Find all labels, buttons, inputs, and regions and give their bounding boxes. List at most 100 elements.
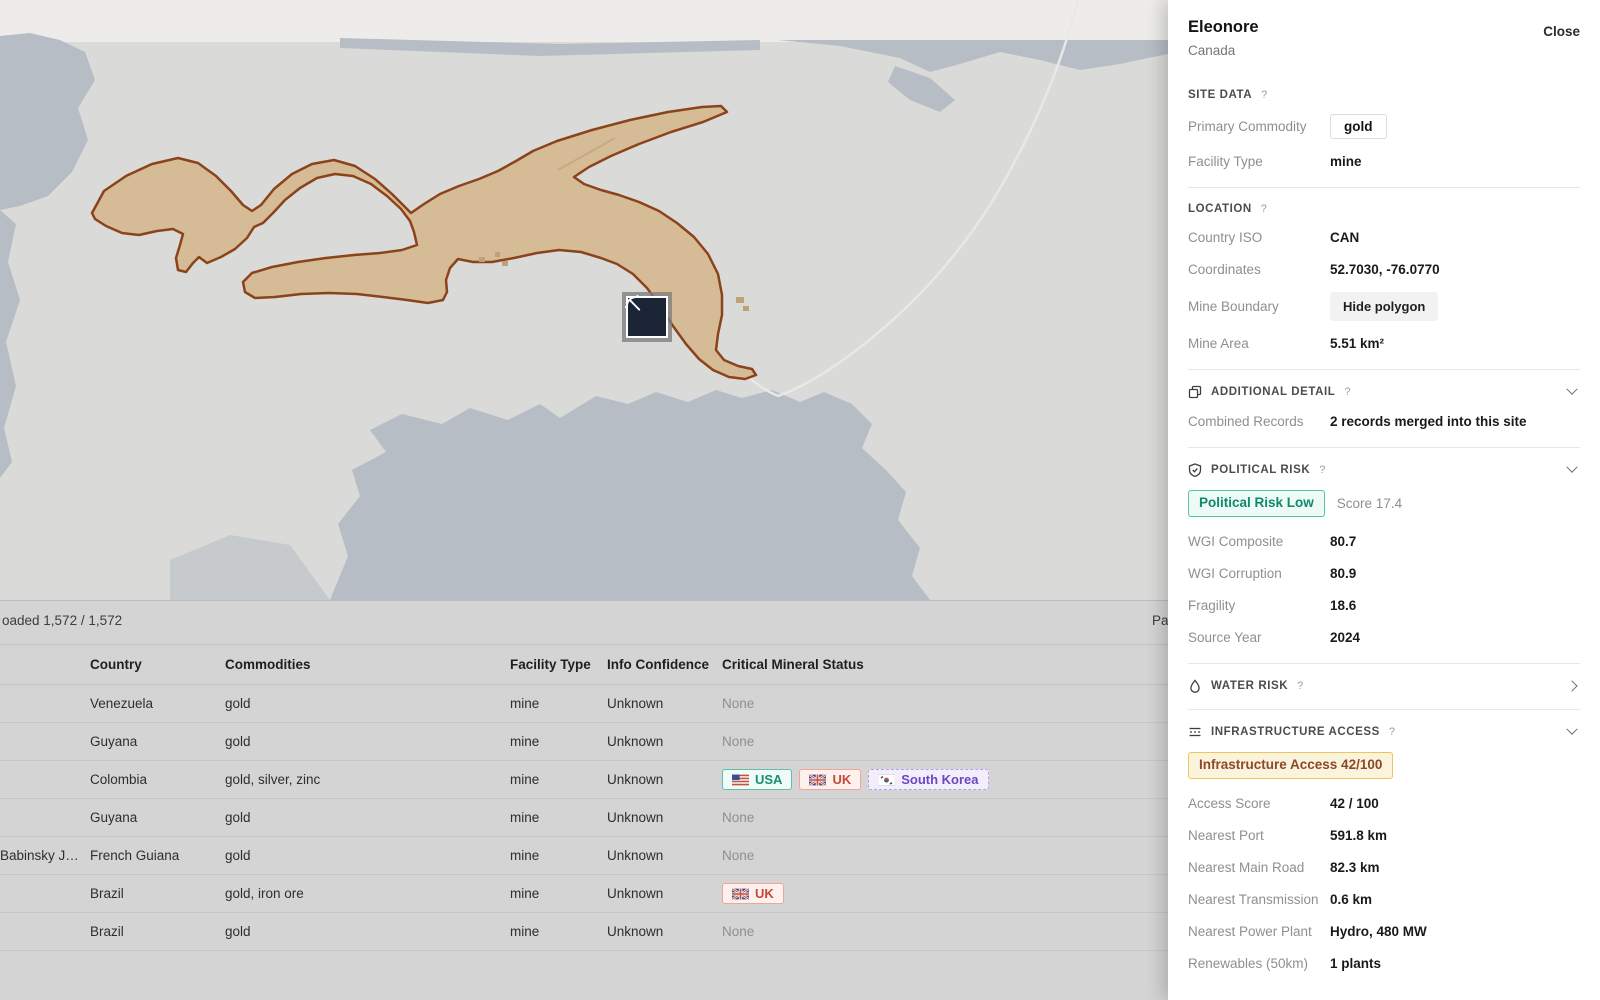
field-row: Mine Area5.51 km² <box>1188 334 1580 353</box>
section-title: INFRASTRUCTURE ACCESS <box>1211 726 1380 738</box>
chevron-down-icon[interactable] <box>1566 384 1577 395</box>
road-icon <box>1188 725 1202 739</box>
cell-commodities: gold, iron ore <box>225 886 510 901</box>
field-value: 5.51 km² <box>1330 336 1384 351</box>
cell-facility-type: mine <box>510 772 607 787</box>
chevron-down-icon[interactable] <box>1566 723 1577 734</box>
hide-polygon-button[interactable]: Hide polygon <box>1330 292 1438 321</box>
field-row: Renewables (50km)1 plants <box>1188 954 1580 973</box>
section-badge-row: Political Risk LowScore 17.4 <box>1188 490 1580 517</box>
chevron-right-icon[interactable] <box>1566 680 1577 691</box>
section-header-water-risk[interactable]: WATER RISK? <box>1188 679 1580 693</box>
field-row: WGI Composite80.7 <box>1188 532 1580 551</box>
section-badge-row: Infrastructure Access 42/100 <box>1188 752 1580 779</box>
table-row[interactable]: BrazilgoldmineUnknownNone <box>0 913 1168 951</box>
badge-label: UK <box>755 887 774 900</box>
field-row: Facility Typemine <box>1188 152 1580 171</box>
field-label: Nearest Power Plant <box>1188 924 1330 939</box>
section-header-site-data[interactable]: SITE DATA? <box>1188 89 1580 101</box>
cell-facility-type: mine <box>510 886 607 901</box>
pickaxe-icon <box>622 292 646 316</box>
chevron-down-icon[interactable] <box>1566 462 1577 473</box>
field-row: Access Score42 / 100 <box>1188 794 1580 813</box>
field-label: Nearest Transmission <box>1188 892 1330 907</box>
section-header-additional-detail[interactable]: ADDITIONAL DETAIL? <box>1188 385 1580 399</box>
field-label: Combined Records <box>1188 414 1330 429</box>
cell-commodities: gold <box>225 734 510 749</box>
cell-info-confidence: Unknown <box>607 810 722 825</box>
shield-check-icon <box>1188 463 1202 477</box>
section-header-infrastructure-access[interactable]: INFRASTRUCTURE ACCESS? <box>1188 725 1580 739</box>
help-icon[interactable]: ? <box>1389 726 1395 738</box>
field-row: Fragility18.6 <box>1188 596 1580 615</box>
field-value: CAN <box>1330 230 1359 245</box>
field-value: 42 / 100 <box>1330 796 1379 811</box>
help-icon[interactable]: ? <box>1261 89 1267 101</box>
cell-critical-mineral-status: None <box>722 696 1168 711</box>
infrastructure-access-badge: Infrastructure Access 42/100 <box>1188 752 1393 779</box>
cell-name: Babinsky J… <box>0 848 90 863</box>
section-divider <box>1188 663 1580 664</box>
section-header-political-risk[interactable]: POLITICAL RISK? <box>1188 463 1580 477</box>
cell-facility-type: mine <box>510 924 607 939</box>
results-table[interactable]: Country Commodities Facility Type Info C… <box>0 644 1168 961</box>
south-korea-flag-icon <box>878 774 895 786</box>
help-icon[interactable]: ? <box>1297 680 1303 692</box>
field-row: Nearest Transmission0.6 km <box>1188 890 1580 909</box>
column-header-country: Country <box>90 657 225 672</box>
status-none-label: None <box>722 734 754 749</box>
section-additional-detail: ADDITIONAL DETAIL?Combined Records2 reco… <box>1188 385 1580 431</box>
table-row[interactable]: BrazilgoldmineUnknownNone <box>0 951 1168 961</box>
close-button[interactable]: Close <box>1543 24 1580 39</box>
map-land-light <box>0 0 1168 42</box>
cell-country: French Guiana <box>90 848 225 863</box>
field-row: Coordinates52.7030, -76.0770 <box>1188 260 1580 279</box>
column-header-facility-type: Facility Type <box>510 657 607 672</box>
table-row[interactable]: GuyanagoldmineUnknownNone <box>0 799 1168 837</box>
combine-icon <box>1188 385 1202 399</box>
status-none-label: None <box>722 696 754 711</box>
status-none-label: None <box>722 924 754 939</box>
field-row: Country ISOCAN <box>1188 228 1580 247</box>
field-value: 52.7030, -76.0770 <box>1330 262 1440 277</box>
table-row[interactable]: Brazilgold, iron oremineUnknownUK <box>0 875 1168 913</box>
section-divider <box>1188 447 1580 448</box>
help-icon[interactable]: ? <box>1344 386 1350 398</box>
cell-info-confidence: Unknown <box>607 734 722 749</box>
section-title: LOCATION <box>1188 203 1252 215</box>
map-canvas[interactable] <box>0 0 1168 600</box>
field-value: 1 plants <box>1330 956 1381 971</box>
cell-commodities: gold <box>225 696 510 711</box>
help-icon[interactable]: ? <box>1319 464 1325 476</box>
cell-commodities: gold <box>225 924 510 939</box>
table-row[interactable]: GuyanagoldmineUnknownNone <box>0 723 1168 761</box>
table-row[interactable]: VenezuelagoldmineUnknownNone <box>0 685 1168 723</box>
field-label: Primary Commodity <box>1188 119 1330 134</box>
section-title: SITE DATA <box>1188 89 1252 101</box>
section-header-location[interactable]: LOCATION? <box>1188 203 1580 215</box>
usa-flag-icon <box>732 774 749 786</box>
panel-header: Eleonore Canada Close <box>1168 0 1600 58</box>
help-icon[interactable]: ? <box>1261 203 1267 215</box>
critical-mineral-badge-kr: South Korea <box>868 769 988 790</box>
field-value: Hydro, 480 MW <box>1330 924 1427 939</box>
cell-facility-type: mine <box>510 696 607 711</box>
commodity-chip: gold <box>1330 114 1387 139</box>
site-country: Canada <box>1188 43 1580 58</box>
table-row[interactable]: Colombiagold, silver, zincmineUnknownUSA… <box>0 761 1168 799</box>
status-none-label: None <box>722 810 754 825</box>
section-title: ADDITIONAL DETAIL <box>1211 386 1335 398</box>
field-value: 80.7 <box>1330 534 1356 549</box>
field-label: Access Score <box>1188 796 1330 811</box>
cell-critical-mineral-status: None <box>722 848 1168 863</box>
field-value: 82.3 km <box>1330 860 1380 875</box>
field-row: Nearest Port591.8 km <box>1188 826 1580 845</box>
results-sheet: oaded 1,572 / 1,572 Pa Country Commoditi… <box>0 600 1168 1000</box>
field-label: Nearest Main Road <box>1188 860 1330 875</box>
field-row: Source Year2024 <box>1188 628 1580 647</box>
critical-mineral-badges: USAUKSouth Korea <box>722 769 1158 790</box>
field-row: WGI Corruption80.9 <box>1188 564 1580 583</box>
table-row[interactable]: Babinsky J…French GuianagoldmineUnknownN… <box>0 837 1168 875</box>
field-label: Coordinates <box>1188 262 1330 277</box>
mine-marker[interactable] <box>622 292 672 342</box>
